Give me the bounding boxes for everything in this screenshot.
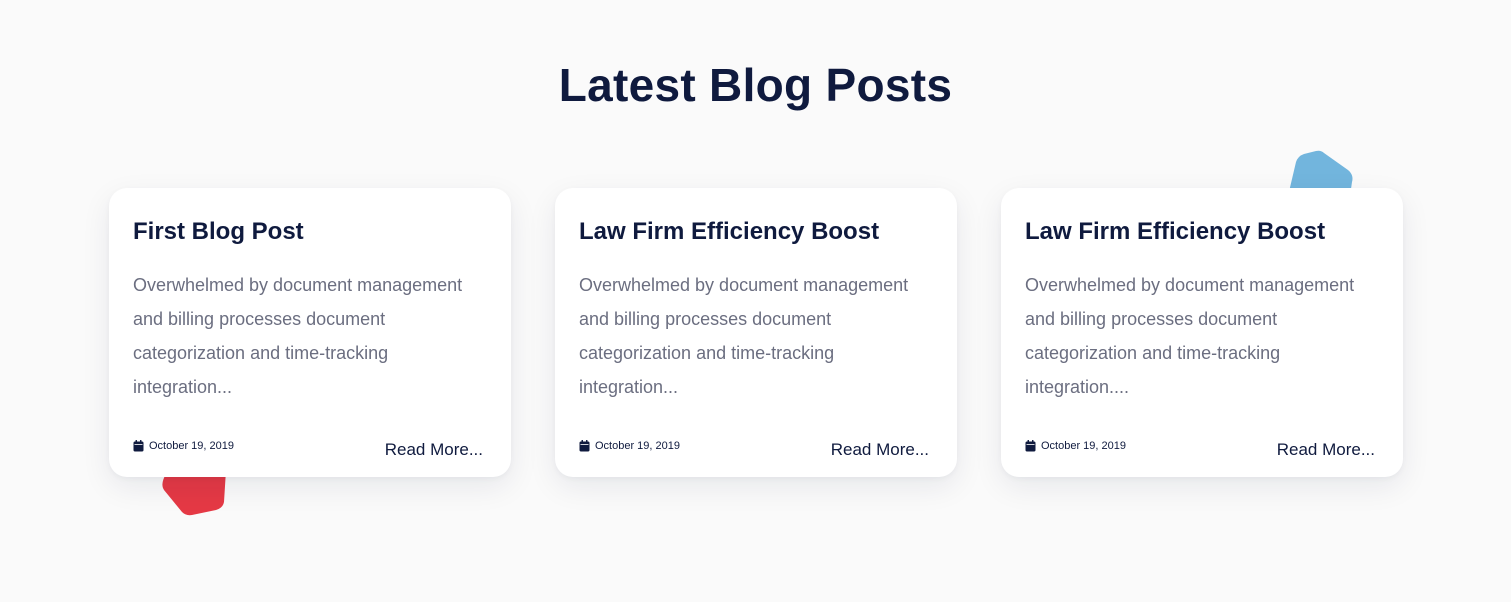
- blog-card[interactable]: Law Firm Efficiency Boost Overwhelmed by…: [1001, 188, 1403, 477]
- blog-card-title[interactable]: Law Firm Efficiency Boost: [579, 218, 879, 246]
- blog-card-date: October 19, 2019: [133, 440, 234, 452]
- blog-card-date: October 19, 2019: [1025, 440, 1126, 452]
- blog-card[interactable]: First Blog Post Overwhelmed by document …: [109, 188, 511, 477]
- blog-card-excerpt: Overwhelmed by document management and b…: [1025, 275, 1355, 397]
- blog-card-date-text: October 19, 2019: [595, 440, 681, 452]
- blog-card[interactable]: Law Firm Efficiency Boost Overwhelmed by…: [555, 188, 957, 477]
- blog-card-title[interactable]: First Blog Post: [133, 218, 304, 246]
- blog-card-date-text: October 19, 2019: [149, 440, 235, 452]
- read-more-link[interactable]: Read More...: [385, 440, 483, 460]
- read-more-link[interactable]: Read More...: [831, 440, 929, 460]
- blog-card-excerpt: Overwhelmed by document management and b…: [133, 275, 463, 397]
- section-title: Latest Blog Posts: [558, 59, 953, 111]
- calendar-icon: [579, 440, 590, 452]
- blog-card-title[interactable]: Law Firm Efficiency Boost: [1025, 218, 1325, 246]
- blog-card-date-text: October 19, 2019: [1041, 440, 1127, 452]
- calendar-icon: [133, 440, 144, 452]
- read-more-link[interactable]: Read More...: [1277, 440, 1375, 460]
- calendar-icon: [1025, 440, 1036, 452]
- blog-card-date: October 19, 2019: [579, 440, 680, 452]
- blog-card-excerpt: Overwhelmed by document management and b…: [579, 275, 909, 397]
